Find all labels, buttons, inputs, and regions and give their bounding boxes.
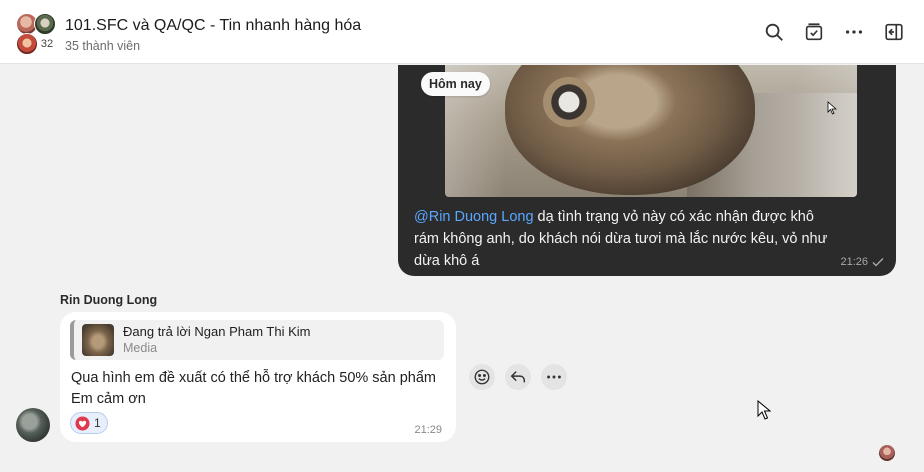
avatar-count: 32 — [40, 38, 54, 50]
more-actions-icon[interactable] — [541, 364, 567, 390]
reply-type: Media — [123, 341, 158, 355]
chat-window: 32 101.SFC và QA/QC - Tin nhanh hàng hóa… — [0, 0, 924, 472]
reply-thumbnail — [82, 324, 114, 356]
reaction-count: 1 — [94, 416, 101, 430]
pointer-cursor-icon — [827, 101, 837, 115]
incoming-message-time: 21:29 — [414, 424, 442, 436]
reply-quote[interactable]: Đang trả lời Ngan Pham Thi Kim Media — [70, 320, 444, 360]
member-avatar — [16, 33, 38, 55]
search-icon[interactable] — [762, 20, 786, 44]
group-title[interactable]: 101.SFC và QA/QC - Tin nhanh hàng hóa — [65, 17, 361, 35]
emoji-react-icon[interactable] — [469, 364, 495, 390]
chat-header: 32 101.SFC và QA/QC - Tin nhanh hàng hóa… — [0, 0, 924, 64]
heart-icon — [75, 415, 90, 431]
message-line: Em cảm ơn — [71, 391, 146, 407]
glass-reflection — [445, 65, 857, 197]
group-avatar[interactable]: 32 — [16, 13, 58, 55]
incoming-message-bubble[interactable]: Đang trả lời Ngan Pham Thi Kim Media Qua… — [60, 312, 456, 442]
message-list[interactable]: Hôm nay @Rin Duong Long dạ tình trạng vỏ… — [0, 65, 924, 472]
time-label: 21:26 — [840, 256, 868, 268]
own-message-bubble[interactable]: Hôm nay @Rin Duong Long dạ tình trạng vỏ… — [398, 65, 896, 276]
more-icon[interactable] — [842, 20, 866, 44]
date-separator: Hôm nay — [421, 72, 490, 96]
sent-check-icon — [872, 258, 884, 267]
seen-by-avatar[interactable] — [879, 445, 895, 461]
reply-title: Đang trả lời Ngan Pham Thi Kim — [123, 324, 311, 339]
heart-reaction-badge[interactable]: 1 — [70, 412, 108, 434]
incoming-message-text: Qua hình em đề xuất có thể hỗ trợ khách … — [71, 368, 451, 410]
toggle-sidebar-icon[interactable] — [882, 20, 906, 44]
mention-link[interactable]: @Rin Duong Long — [414, 209, 534, 225]
member-avatar — [34, 13, 56, 35]
message-photo[interactable] — [445, 65, 857, 197]
sender-name[interactable]: Rin Duong Long — [60, 293, 157, 307]
own-message-text: @Rin Duong Long dạ tình trạng vỏ này có … — [414, 206, 834, 272]
sender-avatar[interactable] — [16, 408, 50, 442]
mouse-cursor-icon — [757, 400, 771, 420]
reply-icon[interactable] — [505, 364, 531, 390]
message-line: Qua hình em đề xuất có thể hỗ trợ khách … — [71, 370, 436, 386]
own-message-time: 21:26 — [840, 256, 884, 268]
pinned-messages-icon[interactable] — [802, 20, 826, 44]
member-count[interactable]: 35 thành viên — [65, 39, 140, 53]
